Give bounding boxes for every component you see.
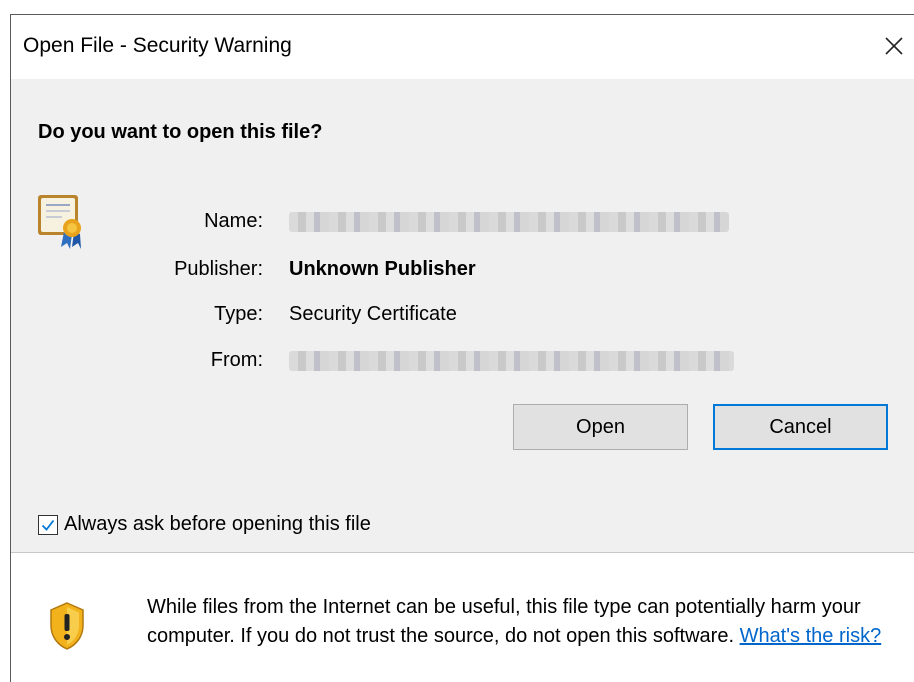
always-ask-checkbox-row[interactable]: Always ask before opening this file [38,513,371,536]
from-label: From: [210,349,263,371]
question-heading: Do you want to open this file? [38,121,323,143]
cancel-button[interactable]: Cancel [713,404,888,450]
checkmark-icon [41,519,55,531]
background-strip [0,0,914,14]
name-label: Name: [204,210,263,232]
always-ask-checkbox[interactable] [38,514,58,535]
file-name-value [289,212,729,232]
warning-shield-icon [50,602,84,650]
security-warning-dialog: Open File - Security Warning Do you want… [10,14,914,682]
publisher-label: Publisher: [174,258,263,280]
publisher-value: Unknown Publisher [289,258,476,280]
type-label: Type: [214,303,263,325]
dialog-title: Open File - Security Warning [23,34,292,57]
from-value [289,351,734,371]
type-value: Security Certificate [289,303,457,325]
close-icon [885,37,903,55]
close-button[interactable] [874,23,914,69]
title-bar: Open File - Security Warning [11,15,914,79]
warning-text: While files from the Internet can be use… [147,593,907,651]
whats-the-risk-link[interactable]: What's the risk? [740,625,882,647]
open-button[interactable]: Open [513,404,688,450]
warning-footer: While files from the Internet can be use… [11,553,914,682]
always-ask-label: Always ask before opening this file [64,513,371,535]
dialog-body: Do you want to open this file? Name: Pub… [11,79,914,552]
